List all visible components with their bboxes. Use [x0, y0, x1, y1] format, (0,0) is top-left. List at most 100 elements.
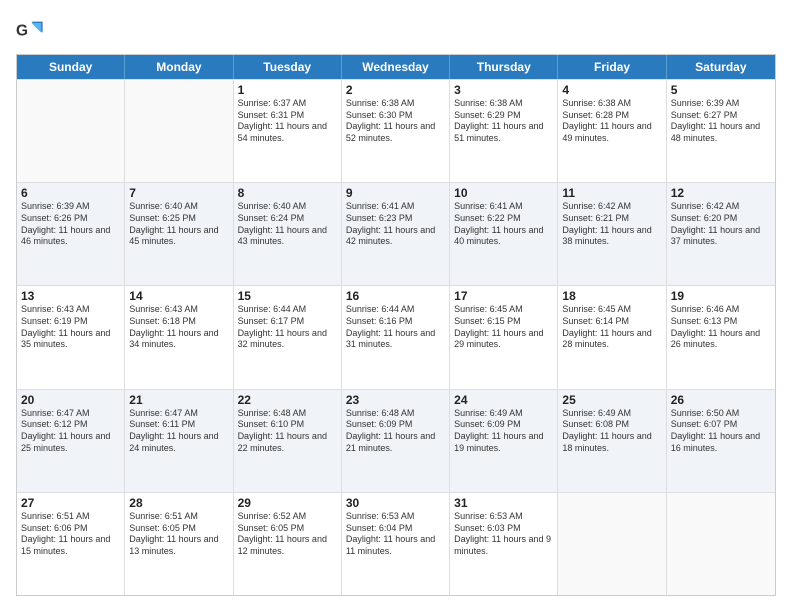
- cal-cell: 28Sunrise: 6:51 AMSunset: 6:05 PMDayligh…: [125, 493, 233, 595]
- day-number: 11: [562, 186, 661, 200]
- day-number: 22: [238, 393, 337, 407]
- calendar-body: 1Sunrise: 6:37 AMSunset: 6:31 PMDaylight…: [17, 79, 775, 595]
- day-number: 25: [562, 393, 661, 407]
- day-number: 26: [671, 393, 771, 407]
- day-number: 1: [238, 83, 337, 97]
- cal-cell: 11Sunrise: 6:42 AMSunset: 6:21 PMDayligh…: [558, 183, 666, 285]
- cell-info: Sunrise: 6:51 AMSunset: 6:06 PMDaylight:…: [21, 511, 120, 558]
- cell-info: Sunrise: 6:42 AMSunset: 6:20 PMDaylight:…: [671, 201, 771, 248]
- day-number: 28: [129, 496, 228, 510]
- cell-info: Sunrise: 6:42 AMSunset: 6:21 PMDaylight:…: [562, 201, 661, 248]
- cell-info: Sunrise: 6:38 AMSunset: 6:28 PMDaylight:…: [562, 98, 661, 145]
- cell-info: Sunrise: 6:48 AMSunset: 6:09 PMDaylight:…: [346, 408, 445, 455]
- cell-info: Sunrise: 6:52 AMSunset: 6:05 PMDaylight:…: [238, 511, 337, 558]
- cell-info: Sunrise: 6:47 AMSunset: 6:12 PMDaylight:…: [21, 408, 120, 455]
- cal-cell: 7Sunrise: 6:40 AMSunset: 6:25 PMDaylight…: [125, 183, 233, 285]
- cal-cell: 15Sunrise: 6:44 AMSunset: 6:17 PMDayligh…: [234, 286, 342, 388]
- cell-info: Sunrise: 6:40 AMSunset: 6:25 PMDaylight:…: [129, 201, 228, 248]
- cell-info: Sunrise: 6:53 AMSunset: 6:04 PMDaylight:…: [346, 511, 445, 558]
- cell-info: Sunrise: 6:47 AMSunset: 6:11 PMDaylight:…: [129, 408, 228, 455]
- cal-cell: [17, 80, 125, 182]
- cal-cell: 22Sunrise: 6:48 AMSunset: 6:10 PMDayligh…: [234, 390, 342, 492]
- cal-cell: 30Sunrise: 6:53 AMSunset: 6:04 PMDayligh…: [342, 493, 450, 595]
- cal-header-monday: Monday: [125, 55, 233, 79]
- day-number: 8: [238, 186, 337, 200]
- cal-cell: 25Sunrise: 6:49 AMSunset: 6:08 PMDayligh…: [558, 390, 666, 492]
- day-number: 20: [21, 393, 120, 407]
- cal-cell: 19Sunrise: 6:46 AMSunset: 6:13 PMDayligh…: [667, 286, 775, 388]
- day-number: 14: [129, 289, 228, 303]
- cal-cell: 20Sunrise: 6:47 AMSunset: 6:12 PMDayligh…: [17, 390, 125, 492]
- cal-header-wednesday: Wednesday: [342, 55, 450, 79]
- cal-header-friday: Friday: [558, 55, 666, 79]
- cell-info: Sunrise: 6:39 AMSunset: 6:27 PMDaylight:…: [671, 98, 771, 145]
- day-number: 3: [454, 83, 553, 97]
- cal-cell: 24Sunrise: 6:49 AMSunset: 6:09 PMDayligh…: [450, 390, 558, 492]
- cell-info: Sunrise: 6:48 AMSunset: 6:10 PMDaylight:…: [238, 408, 337, 455]
- cell-info: Sunrise: 6:45 AMSunset: 6:15 PMDaylight:…: [454, 304, 553, 351]
- cell-info: Sunrise: 6:53 AMSunset: 6:03 PMDaylight:…: [454, 511, 553, 558]
- cell-info: Sunrise: 6:38 AMSunset: 6:29 PMDaylight:…: [454, 98, 553, 145]
- cal-cell: 10Sunrise: 6:41 AMSunset: 6:22 PMDayligh…: [450, 183, 558, 285]
- cal-header-sunday: Sunday: [17, 55, 125, 79]
- page: G SundayMondayTuesdayWednesdayThursdayFr…: [0, 0, 792, 612]
- cell-info: Sunrise: 6:49 AMSunset: 6:09 PMDaylight:…: [454, 408, 553, 455]
- day-number: 12: [671, 186, 771, 200]
- day-number: 29: [238, 496, 337, 510]
- cell-info: Sunrise: 6:51 AMSunset: 6:05 PMDaylight:…: [129, 511, 228, 558]
- calendar: SundayMondayTuesdayWednesdayThursdayFrid…: [16, 54, 776, 596]
- cell-info: Sunrise: 6:37 AMSunset: 6:31 PMDaylight:…: [238, 98, 337, 145]
- day-number: 16: [346, 289, 445, 303]
- cell-info: Sunrise: 6:40 AMSunset: 6:24 PMDaylight:…: [238, 201, 337, 248]
- cal-cell: [558, 493, 666, 595]
- cal-cell: 9Sunrise: 6:41 AMSunset: 6:23 PMDaylight…: [342, 183, 450, 285]
- day-number: 21: [129, 393, 228, 407]
- day-number: 18: [562, 289, 661, 303]
- calendar-header: SundayMondayTuesdayWednesdayThursdayFrid…: [17, 55, 775, 79]
- day-number: 31: [454, 496, 553, 510]
- cal-cell: 2Sunrise: 6:38 AMSunset: 6:30 PMDaylight…: [342, 80, 450, 182]
- cal-week-2: 13Sunrise: 6:43 AMSunset: 6:19 PMDayligh…: [17, 285, 775, 388]
- day-number: 9: [346, 186, 445, 200]
- cal-week-0: 1Sunrise: 6:37 AMSunset: 6:31 PMDaylight…: [17, 79, 775, 182]
- cal-cell: [667, 493, 775, 595]
- cal-cell: 12Sunrise: 6:42 AMSunset: 6:20 PMDayligh…: [667, 183, 775, 285]
- day-number: 7: [129, 186, 228, 200]
- header: G: [16, 16, 776, 44]
- cal-cell: 23Sunrise: 6:48 AMSunset: 6:09 PMDayligh…: [342, 390, 450, 492]
- cell-info: Sunrise: 6:45 AMSunset: 6:14 PMDaylight:…: [562, 304, 661, 351]
- day-number: 23: [346, 393, 445, 407]
- cell-info: Sunrise: 6:46 AMSunset: 6:13 PMDaylight:…: [671, 304, 771, 351]
- day-number: 10: [454, 186, 553, 200]
- cal-cell: 18Sunrise: 6:45 AMSunset: 6:14 PMDayligh…: [558, 286, 666, 388]
- day-number: 5: [671, 83, 771, 97]
- cell-info: Sunrise: 6:43 AMSunset: 6:18 PMDaylight:…: [129, 304, 228, 351]
- cal-cell: [125, 80, 233, 182]
- cal-cell: 14Sunrise: 6:43 AMSunset: 6:18 PMDayligh…: [125, 286, 233, 388]
- cell-info: Sunrise: 6:41 AMSunset: 6:23 PMDaylight:…: [346, 201, 445, 248]
- cal-cell: 1Sunrise: 6:37 AMSunset: 6:31 PMDaylight…: [234, 80, 342, 182]
- cal-cell: 4Sunrise: 6:38 AMSunset: 6:28 PMDaylight…: [558, 80, 666, 182]
- day-number: 15: [238, 289, 337, 303]
- cal-header-tuesday: Tuesday: [234, 55, 342, 79]
- svg-text:G: G: [16, 23, 28, 40]
- cal-week-1: 6Sunrise: 6:39 AMSunset: 6:26 PMDaylight…: [17, 182, 775, 285]
- day-number: 13: [21, 289, 120, 303]
- day-number: 2: [346, 83, 445, 97]
- cal-week-3: 20Sunrise: 6:47 AMSunset: 6:12 PMDayligh…: [17, 389, 775, 492]
- day-number: 24: [454, 393, 553, 407]
- cell-info: Sunrise: 6:50 AMSunset: 6:07 PMDaylight:…: [671, 408, 771, 455]
- cal-cell: 29Sunrise: 6:52 AMSunset: 6:05 PMDayligh…: [234, 493, 342, 595]
- day-number: 6: [21, 186, 120, 200]
- cal-cell: 6Sunrise: 6:39 AMSunset: 6:26 PMDaylight…: [17, 183, 125, 285]
- cal-cell: 21Sunrise: 6:47 AMSunset: 6:11 PMDayligh…: [125, 390, 233, 492]
- logo: G: [16, 16, 48, 44]
- cal-week-4: 27Sunrise: 6:51 AMSunset: 6:06 PMDayligh…: [17, 492, 775, 595]
- cell-info: Sunrise: 6:38 AMSunset: 6:30 PMDaylight:…: [346, 98, 445, 145]
- cell-info: Sunrise: 6:43 AMSunset: 6:19 PMDaylight:…: [21, 304, 120, 351]
- cal-cell: 27Sunrise: 6:51 AMSunset: 6:06 PMDayligh…: [17, 493, 125, 595]
- cal-cell: 8Sunrise: 6:40 AMSunset: 6:24 PMDaylight…: [234, 183, 342, 285]
- cal-cell: 16Sunrise: 6:44 AMSunset: 6:16 PMDayligh…: [342, 286, 450, 388]
- cell-info: Sunrise: 6:44 AMSunset: 6:17 PMDaylight:…: [238, 304, 337, 351]
- day-number: 19: [671, 289, 771, 303]
